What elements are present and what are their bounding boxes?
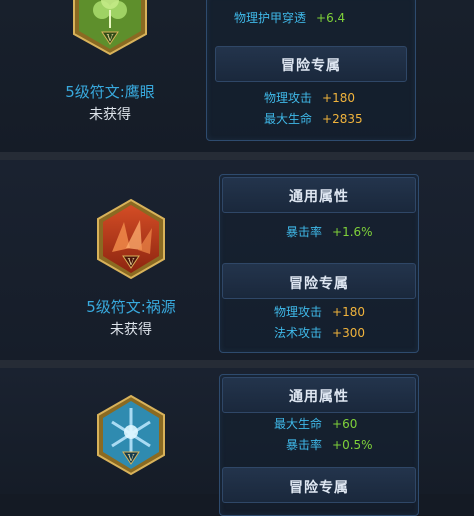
stat-value: +6.4 (316, 11, 346, 25)
stat-name: 物理攻击 (274, 305, 323, 319)
adventure-header: 冒险专属 (222, 467, 416, 503)
stat-name: 暴击率 (286, 438, 323, 452)
general-title: 通用属性 (289, 189, 349, 205)
stat-row: 暴击率 +1.6% (286, 223, 373, 240)
adventure-header: 冒险专属 (222, 263, 416, 299)
rune-name: 5级符文:祸源 (86, 298, 176, 316)
rune-status: 未获得 (110, 322, 152, 338)
adventure-header: 冒险专属 (215, 46, 407, 82)
stat-row: 最大生命 +2835 (264, 110, 363, 127)
section-divider (0, 360, 474, 368)
rune-stats-panel: 通用属性 最大生命 +60 暴击率 +0.5% 冒险专属 (219, 374, 419, 516)
adventure-title: 冒险专属 (289, 480, 349, 496)
rune-card-third: V 通用属性 最大生命 +60 暴击率 +0.5% 冒险专属 (0, 368, 474, 516)
stat-name: 最大生命 (274, 417, 323, 431)
stat-name: 暴击率 (286, 225, 323, 239)
stat-row: 物理护甲穿透 +6.4 (234, 9, 345, 26)
adventure-title: 冒险专属 (281, 58, 341, 74)
stat-row: 最大生命 +60 (274, 415, 357, 432)
stat-value: +180 (332, 305, 365, 319)
stat-value: +1.6% (332, 225, 373, 239)
red-rune-icon: V (97, 198, 165, 280)
general-header: 通用属性 (222, 177, 416, 213)
rune-level-mark: V (127, 258, 135, 268)
stat-name: 物理攻击 (264, 91, 313, 105)
stat-name: 最大生命 (264, 112, 313, 126)
rune-stats-panel: 物理护甲穿透 +6.4 冒险专属 物理攻击 +180 最大生命 +2835 (206, 0, 416, 141)
rune-card-calamity: V 5级符文:祸源 未获得 通用属性 暴击率 +1.6% 冒险专属 物理攻击 +18… (0, 160, 474, 360)
general-title: 通用属性 (289, 389, 349, 405)
green-rune-icon: V (73, 0, 147, 56)
stat-row: 物理攻击 +180 (264, 89, 355, 106)
rune-stats-panel: 通用属性 暴击率 +1.6% 冒险专属 物理攻击 +180 法术攻击 +300 (219, 174, 419, 353)
section-divider (0, 152, 474, 160)
adventure-title: 冒险专属 (289, 276, 349, 292)
stat-value: +60 (332, 417, 358, 431)
stat-row: 物理攻击 +180 (274, 303, 365, 320)
stat-value: +0.5% (332, 438, 373, 452)
stat-name: 法术攻击 (274, 326, 323, 340)
stat-value: +180 (322, 91, 355, 105)
stat-name: 物理护甲穿透 (234, 11, 307, 25)
stat-value: +2835 (322, 112, 363, 126)
general-header: 通用属性 (222, 377, 416, 413)
rune-level-mark: V (127, 454, 135, 464)
blue-rune-icon: V (97, 394, 165, 476)
rune-status: 未获得 (89, 107, 131, 123)
rune-name: 5级符文:鹰眼 (65, 83, 155, 101)
stat-row: 法术攻击 +300 (274, 324, 365, 341)
rune-card-eagle-eye: V 5级符文:鹰眼 未获得 物理护甲穿透 +6.4 冒险专属 物理攻击 +180 最… (0, 0, 474, 152)
stat-row: 暴击率 +0.5% (286, 436, 373, 453)
rune-level-mark: V (106, 34, 114, 44)
stat-value: +300 (332, 326, 365, 340)
